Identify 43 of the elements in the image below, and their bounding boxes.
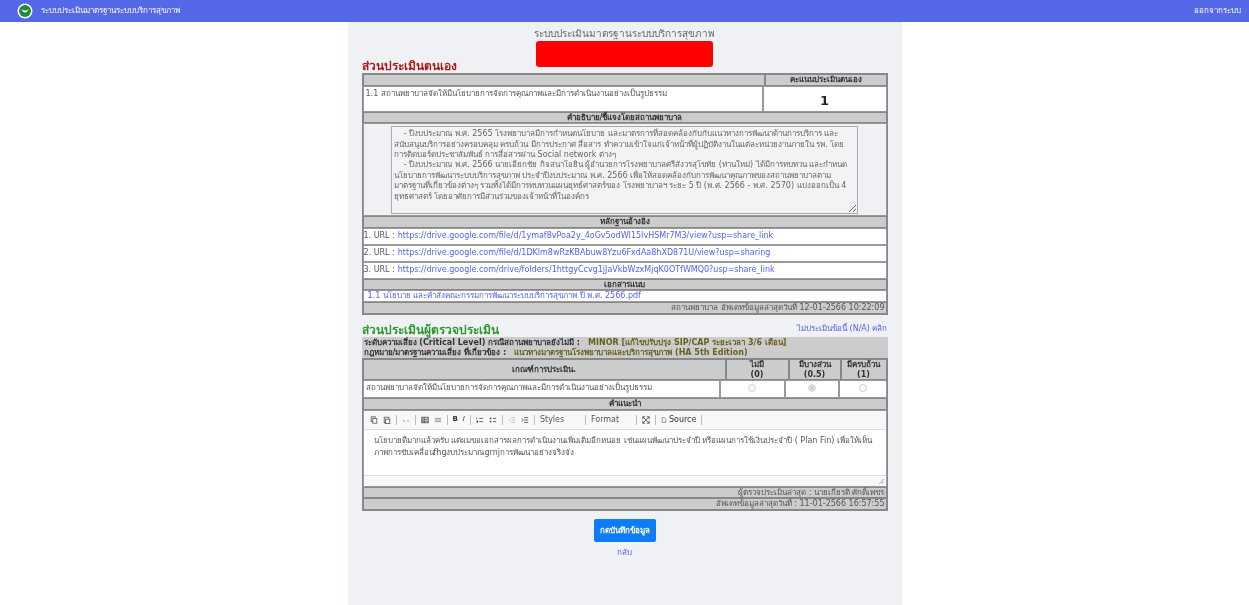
section-title: ส่วนประเมินผู้ตรวจประเมิน [361,322,499,337]
update-footer: อัพเดทข้อมูลล่าสุดวันที่ : 11-01-2566 16:57:55 [362,498,887,510]
evidence-link[interactable]: https://drive.google.com/file/d/1ymaf8vPoa2y_4oGv5odWI15IvHSMr7M3/view?usp=share_link [397,231,774,242]
risk-label: ระดับความเสี่ยง (Critical Level) กรณีสถานพยาบาลยังไม่มี : [363,337,581,347]
styles-dropdown[interactable]: Styles [539,414,580,425]
url-label: 1. URL : [363,231,395,242]
emblem-icon [17,3,33,19]
evidence-link[interactable]: https://drive.google.com/file/d/1DKlm8wRzKBAbuw8Yzu6FxdAa8hXD871U/view?usp=sharing [397,248,771,259]
paste-icon[interactable] [382,415,391,424]
column-header: ไม่มี (0) [725,359,789,381]
resize-grip-icon [878,478,884,484]
table-icon[interactable] [420,415,429,424]
column-header: คะแนนประเมินตนเอง [764,74,887,86]
criterion-cell: สถานพยาบาลจัดให้มีนโยบายการจัดการคุณภาพและมีการดำเนินงานอย่างเป็นรูปธรรม [362,380,720,398]
section-title: ส่วนประเมินตนเอง [361,59,458,74]
back-link[interactable]: กลับ [617,547,632,558]
logout-link[interactable]: ออกจากระบบ [1194,6,1241,16]
advice-editor[interactable]: นโยบายดีมากแล้วครับ แต่ผมขอเอกสารผลการดำเนินงานเพิ่มเติมอีกหน่อย เช่นแผนพัฒนาประจำปี หรือแผนการใช้เงินประจำปี ( Plan Fin) เพื่อให้เห็นภาพการขับเคลื่อนfhgงบประมาณgrnjการพัฒนาอย่างจริงจัง [363,429,886,475]
column-header: มีครบถ้วน (1) [840,359,887,381]
column-header: มีบางส่วน (0.5) [788,359,841,381]
criterion-cell: 1.1 สถานพยาบาลจัดให้มีนโยบายการจัดการคุณภาพและมีการดำเนินงานอย่างเป็นรูปธรรม [362,86,763,112]
column-header: เกณฑ์การประเมิน. [362,359,726,381]
copy-icon[interactable] [369,415,378,424]
document-icon [660,416,667,423]
law-value: แนวทางมาตรฐานโรงพยาบาลและบริการสุขภาพ (HA 5th Edition) [514,347,748,358]
risk-value: MINOR [แก้ไขปรับปรุง SIP/CAP ระยะเวลา 3/6 เดือน] [588,337,787,347]
score-value: 1 [762,86,887,112]
bullet-list-icon[interactable] [488,415,497,424]
evidence-link[interactable]: https://drive.google.com/drive/folders/1httgyCcvg1jJaVkbWzxMjqK0OTfWMQ0?usp=share_link [397,265,775,276]
maximize-icon[interactable] [641,415,650,424]
save-button[interactable]: กดบันทึกข้อมูล [593,518,656,542]
url-label: 3. URL : [363,265,395,276]
law-label: กฎหมาย/มาตรฐานความเสี่ยง ที่เกี่ยวข้อง : [363,347,507,358]
horizontal-line-icon[interactable] [433,415,442,424]
app-title: ระบบประเมินมาตรฐานระบบบริการสุขภาพ [41,6,180,16]
section-header: หลักฐานอ้างอิง [362,216,887,228]
format-dropdown[interactable]: Format [590,414,631,425]
system-subtitle: ระบบประเมินมาตรฐานระบบบริการสุขภาพ [533,28,716,40]
url-label: 2. URL : [363,248,395,259]
numbered-list-icon[interactable] [475,415,484,424]
na-link[interactable]: ไม่ประเมินข้อนี้ (N/A) คลิก [797,324,888,337]
indent-icon[interactable] [520,415,529,424]
source-button[interactable]: Source [660,414,697,425]
